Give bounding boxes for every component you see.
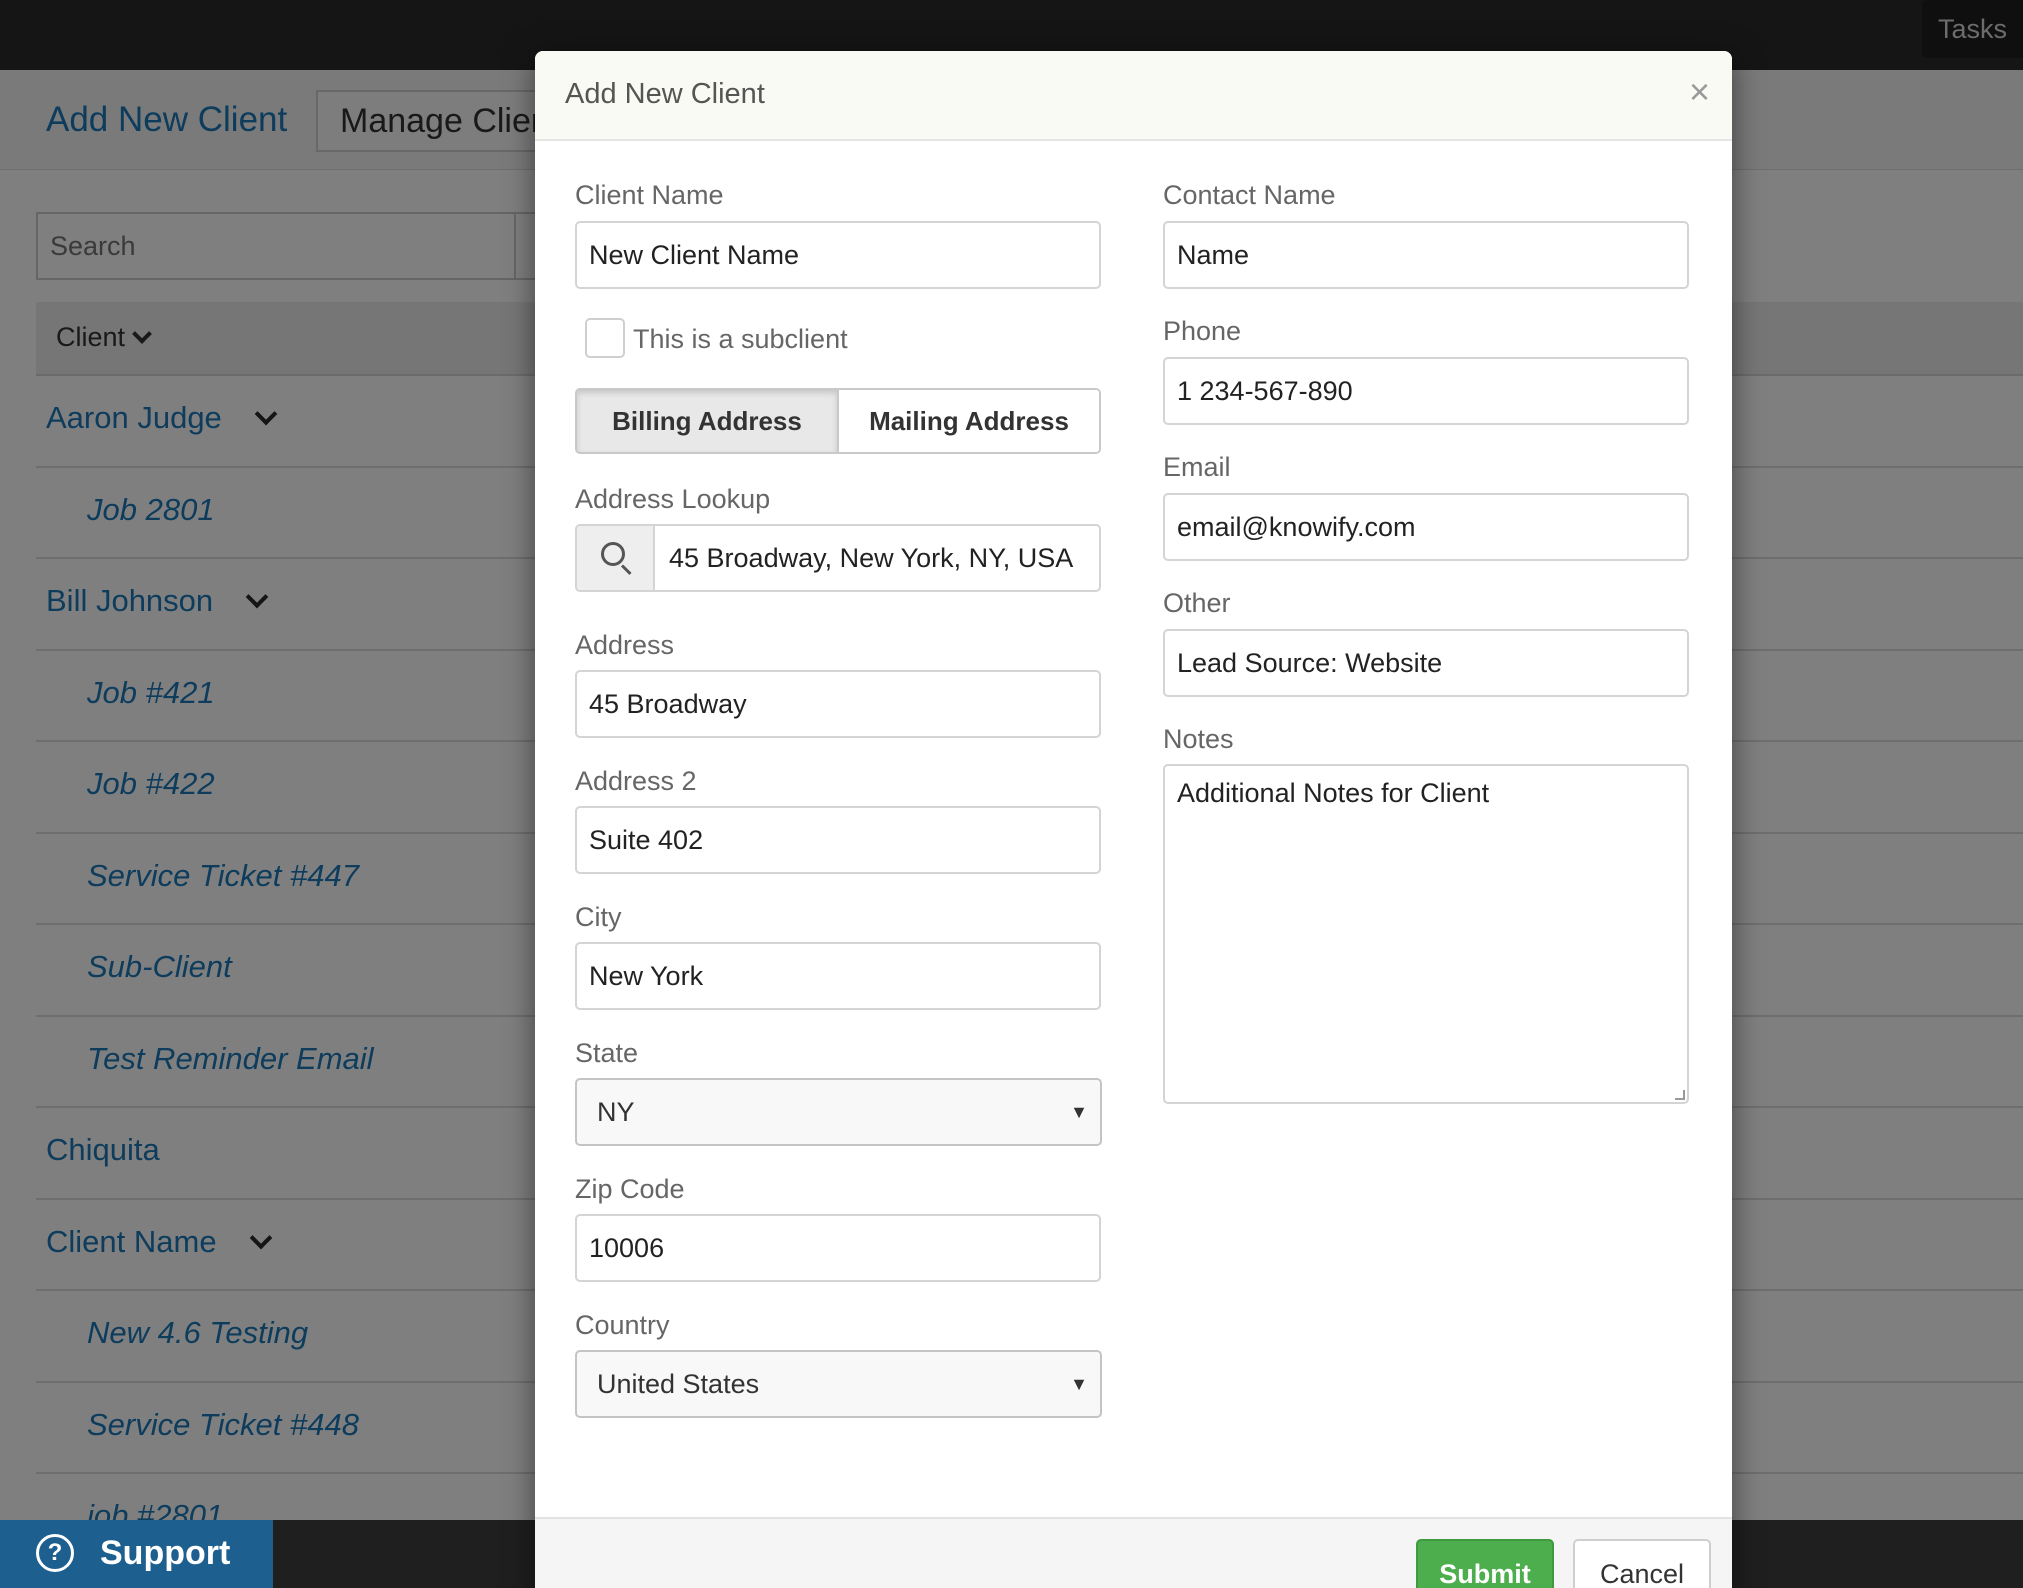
subclient-checkbox-label: This is a subclient <box>633 324 848 354</box>
email-input[interactable]: email@knowify.com <box>1163 493 1689 561</box>
address-label: Address <box>575 630 675 660</box>
mailing-address-tab[interactable]: Mailing Address <box>839 390 1099 452</box>
city-label: City <box>575 902 622 932</box>
notes-textarea[interactable]: Additional Notes for Client <box>1163 764 1689 1104</box>
address-type-toggle: Billing Address Mailing Address <box>575 388 1101 454</box>
billing-address-tab[interactable]: Billing Address <box>577 390 839 452</box>
dropdown-arrow-icon: ▼ <box>1070 1102 1088 1122</box>
support-label: Support <box>100 1534 231 1572</box>
modal-title: Add New Client <box>565 78 765 110</box>
subclient-checkbox[interactable] <box>585 318 625 358</box>
contact-name-input[interactable]: Name <box>1163 221 1689 289</box>
dropdown-arrow-icon: ▼ <box>1070 1374 1088 1394</box>
address-input[interactable]: 45 Broadway <box>575 670 1101 738</box>
country-label: Country <box>575 1310 670 1340</box>
notes-label: Notes <box>1163 724 1234 754</box>
close-icon[interactable]: × <box>1689 71 1710 113</box>
address2-input[interactable]: Suite 402 <box>575 806 1101 874</box>
phone-input[interactable]: 1 234-567-890 <box>1163 357 1689 425</box>
address-lookup-input[interactable]: 45 Broadway, New York, NY, USA <box>669 526 1073 590</box>
email-label: Email <box>1163 452 1231 482</box>
other-input[interactable]: Lead Source: Website <box>1163 629 1689 697</box>
question-circle-icon: ? <box>36 1534 74 1572</box>
address-lookup-label: Address Lookup <box>575 484 771 514</box>
state-label: State <box>575 1038 639 1068</box>
phone-label: Phone <box>1163 316 1242 346</box>
add-client-modal: Add New Client × Client Name New Client … <box>535 51 1732 1588</box>
state-select-value: NY <box>597 1097 635 1127</box>
state-select[interactable]: NY ▼ <box>575 1078 1102 1146</box>
modal-header: Add New Client × <box>535 51 1732 141</box>
country-select[interactable]: United States ▼ <box>575 1350 1102 1418</box>
address-lookup-field[interactable]: 45 Broadway, New York, NY, USA <box>575 524 1101 592</box>
other-label: Other <box>1163 588 1231 618</box>
submit-button[interactable]: Submit <box>1416 1539 1554 1588</box>
resize-handle[interactable] <box>1675 1090 1685 1100</box>
country-select-value: United States <box>597 1369 760 1399</box>
notes-text: Additional Notes for Client <box>1177 778 1490 808</box>
cancel-button[interactable]: Cancel <box>1573 1539 1711 1588</box>
modal-footer: Submit Cancel <box>535 1517 1732 1588</box>
contact-name-label: Contact Name <box>1163 180 1336 210</box>
city-input[interactable]: New York <box>575 942 1101 1010</box>
search-icon <box>577 526 655 590</box>
client-name-label: Client Name <box>575 180 724 210</box>
zip-input[interactable]: 10006 <box>575 1214 1101 1282</box>
support-button[interactable]: ? Support <box>0 1520 273 1588</box>
address2-label: Address 2 <box>575 766 697 796</box>
zip-label: Zip Code <box>575 1174 685 1204</box>
client-name-input[interactable]: New Client Name <box>575 221 1101 289</box>
